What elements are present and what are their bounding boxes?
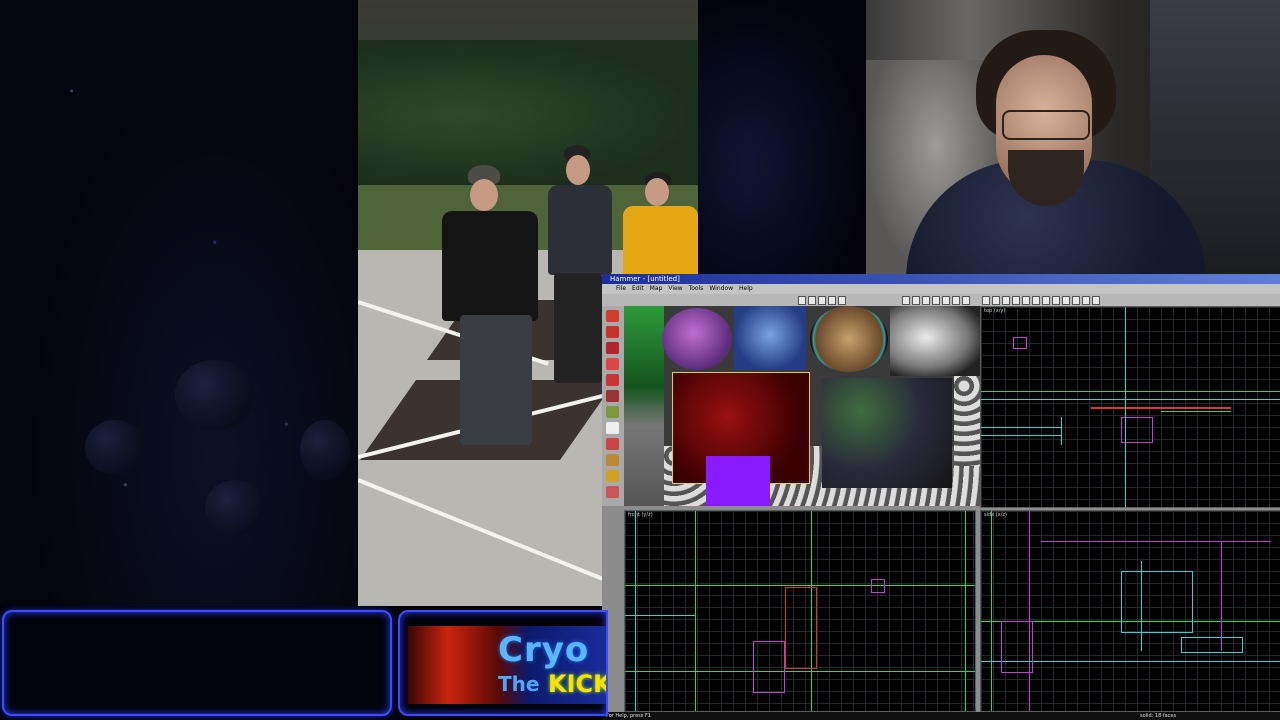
clip-tool-icon[interactable] — [606, 438, 619, 450]
toolbar-button[interactable] — [1022, 296, 1030, 305]
block-tool-icon[interactable] — [606, 374, 619, 386]
toolbar-button[interactable] — [1092, 296, 1100, 305]
face-texture — [734, 306, 806, 370]
entity-tool-icon[interactable] — [606, 358, 619, 370]
front-viewport[interactable]: front (y/z) — [624, 510, 976, 712]
top-viewport[interactable]: top (x/y) — [980, 306, 1280, 508]
vertex-tool-icon[interactable] — [606, 454, 619, 466]
menu-file[interactable]: File — [616, 284, 626, 294]
toolbar-button[interactable] — [992, 296, 1000, 305]
editor-statusbar: For Help, press F1 solid: 18 faces — [602, 712, 1280, 720]
toolbar-button[interactable] — [798, 296, 806, 305]
status-selection-info: solid: 18 faces — [1140, 713, 1177, 719]
menu-edit[interactable]: Edit — [632, 284, 644, 294]
camera-viewport[interactable] — [624, 306, 980, 506]
camera-tool-icon[interactable] — [606, 342, 619, 354]
webcam-feed — [866, 0, 1280, 274]
toolbar-button[interactable] — [1012, 296, 1020, 305]
decal-tool-icon[interactable] — [606, 422, 619, 434]
toolbar-button[interactable] — [818, 296, 826, 305]
texture-tool-icon[interactable] — [606, 390, 619, 402]
viewport-label: front (y/z) — [628, 512, 653, 518]
skulls-wall-texture — [954, 376, 980, 466]
toolbar-button[interactable] — [982, 296, 990, 305]
toolbar-button[interactable] — [1052, 296, 1060, 305]
asteroid — [205, 480, 265, 535]
toolbar-button[interactable] — [942, 296, 950, 305]
space-background-middle — [698, 0, 866, 274]
wall-texture — [624, 306, 664, 506]
logo-title: Cryo — [498, 630, 590, 670]
asteroid — [175, 360, 255, 430]
toolbar-button[interactable] — [952, 296, 960, 305]
status-help-text: For Help, press F1 — [606, 713, 652, 719]
path-tool-icon[interactable] — [606, 470, 619, 482]
space-background-left — [0, 0, 358, 606]
apply-texture-icon[interactable] — [606, 406, 619, 418]
toolbar-button[interactable] — [1042, 296, 1050, 305]
overlay-tool-icon[interactable] — [606, 486, 619, 498]
menu-map[interactable]: Map — [650, 284, 663, 294]
viewport-label: top (x/y) — [984, 308, 1006, 314]
editor-titlebar[interactable]: Hammer - [untitled] — [602, 274, 1280, 284]
toolbar-button[interactable] — [1062, 296, 1070, 305]
toolbar-button[interactable] — [838, 296, 846, 305]
viewport-label: side (x/z) — [984, 512, 1008, 518]
menu-window[interactable]: Window — [709, 284, 733, 294]
hedge — [358, 40, 698, 190]
chat-overlay-box — [2, 610, 392, 716]
menu-tools[interactable]: Tools — [689, 284, 704, 294]
toolbar-button[interactable] — [912, 296, 920, 305]
editor-tool-palette — [602, 306, 624, 506]
logo-subtitle-highlight: KICK — [548, 670, 608, 698]
channel-logo-box: Cryo The KICK — [398, 610, 608, 716]
menu-view[interactable]: View — [668, 284, 682, 294]
circuit-texture — [822, 378, 952, 488]
toolbar-button[interactable] — [828, 296, 836, 305]
toolbar-button[interactable] — [932, 296, 940, 305]
toolbar-button[interactable] — [1082, 296, 1090, 305]
magnify-tool-icon[interactable] — [606, 326, 619, 338]
brain-texture — [662, 308, 732, 370]
selected-purple-block[interactable] — [706, 456, 770, 506]
side-viewport[interactable]: side (x/z) — [980, 510, 1280, 712]
logo-subtitle-prefix: The — [498, 672, 540, 696]
asteroid — [85, 420, 145, 475]
glasses — [1002, 110, 1090, 140]
toolbar-button[interactable] — [808, 296, 816, 305]
editor-menubar: File Edit Map View Tools Window Help — [602, 284, 1280, 294]
toolbar-button[interactable] — [902, 296, 910, 305]
asteroid — [300, 420, 350, 480]
selection-tool-icon[interactable] — [606, 310, 619, 322]
skull-cog-texture — [810, 306, 888, 372]
toolbar-button[interactable] — [962, 296, 970, 305]
alien-texture — [890, 306, 980, 376]
toolbar-button[interactable] — [922, 296, 930, 305]
menu-help[interactable]: Help — [739, 284, 753, 294]
toolbar-button[interactable] — [1032, 296, 1040, 305]
level-editor-window[interactable]: Hammer - [untitled] File Edit Map View T… — [602, 274, 1280, 720]
toolbar-button[interactable] — [1002, 296, 1010, 305]
toolbar-button[interactable] — [1072, 296, 1080, 305]
